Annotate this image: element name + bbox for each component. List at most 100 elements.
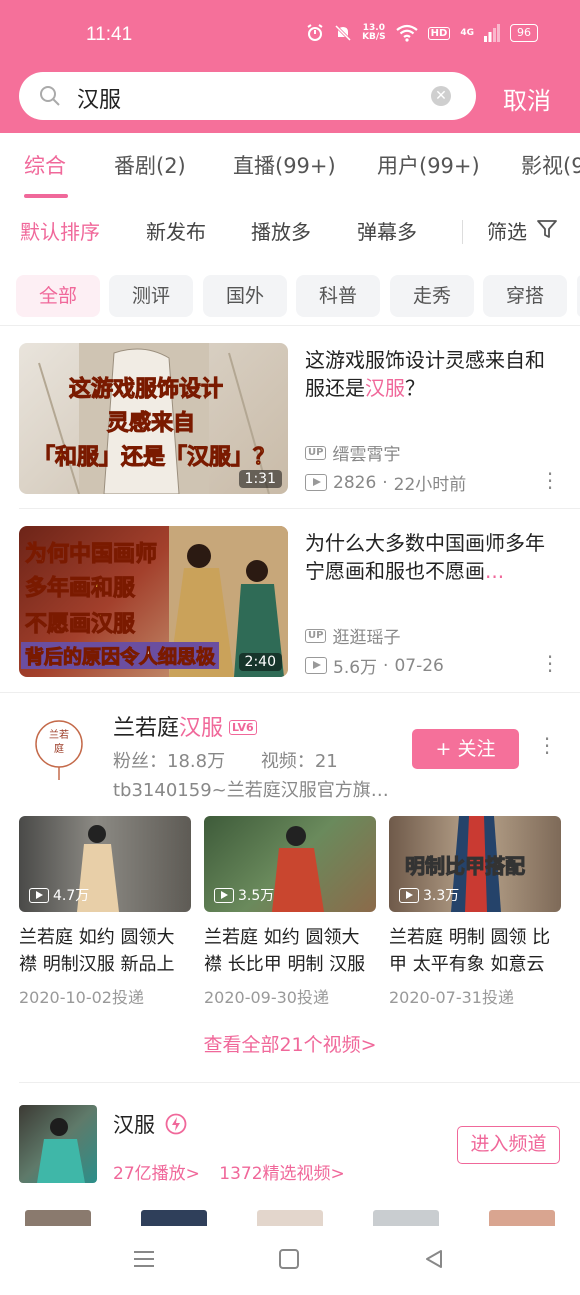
svg-text:兰若: 兰若 [49,728,69,741]
tab-active-indicator [24,194,68,198]
video-duration: 2:40 [238,653,282,671]
channel-video-peek[interactable] [489,1210,555,1226]
video-thumbnail[interactable]: 为何中国画师 多年画和服 不愿画汉服 背后的原因令人细思极 2:40 [19,526,288,677]
channel-stats[interactable]: 27亿播放> 1372精选视频> [113,1159,345,1184]
up-badge: UP [305,628,327,643]
search-input[interactable]: 汉服 ✕ [19,72,476,120]
battery-indicator: 96 [510,24,538,42]
status-icons: 13.0 KB/S HD 4G 96 [306,24,538,42]
video-duration: 1:31 [238,470,282,488]
status-bar: 11:41 13.0 KB/S HD 4G 96 [0,0,580,74]
publish-date: 2020-10-02投递 [19,988,144,1007]
title-highlight: 汉服 [365,376,405,400]
chip-science[interactable]: 科普 [296,275,380,317]
divider [0,325,580,326]
title-highlight: ... [485,559,505,583]
view-count: 4.7万 [29,885,89,905]
play-icon [29,887,49,903]
divider [19,508,580,509]
video-stats: 5.6万 · 07-26 [305,653,444,678]
mute-bell-icon [335,24,352,42]
fans-count: 18.8万 [167,751,226,772]
sort-default[interactable]: 默认排序 [20,216,100,245]
svg-text:庭: 庭 [54,742,64,755]
more-options-icon[interactable]: · · · [546,647,554,681]
video-thumbnail[interactable]: 这游戏服饰设计 灵感来自 「和服」还是「汉服」？ 1:31 [19,343,288,494]
up-name[interactable]: 兰若庭汉服 LV6 [113,710,257,742]
search-query[interactable]: 汉服 [77,82,121,114]
chip-overseas[interactable]: 国外 [203,275,287,317]
back-icon[interactable] [424,1249,444,1269]
video-thumbnail[interactable]: 明制比甲搭配 3.3万 [389,816,561,912]
sort-newest[interactable]: 新发布 [146,216,206,245]
chip-runway[interactable]: 走秀 [390,275,474,317]
more-options-icon[interactable]: · · · [543,729,551,763]
channel-video-peek[interactable] [257,1210,323,1226]
channel-video-peek[interactable] [141,1210,207,1226]
view-count: 3.5万 [214,885,274,905]
tab-all[interactable]: 综合 [24,150,66,180]
play-count-icon [305,474,327,491]
video-title[interactable]: 这游戏服饰设计灵感来自和服还是汉服？ [305,346,560,402]
status-time: 11:41 [86,24,133,45]
channel-card: 汉服 27亿播放> 1372精选视频> 进入频道 [0,1083,580,1213]
up-video-item[interactable]: 明制比甲搭配 3.3万 兰若庭 明制 圆领 比甲 太平有象 如意云肩 2020-… [389,816,561,1008]
channel-video-peek[interactable] [373,1210,439,1226]
thumbnail-caption: 多年画和服 [24,576,136,602]
video-count: 21 [314,751,338,772]
thumbnail-caption: 为何中国画师 [24,542,158,568]
cancel-button[interactable]: 取消 [503,81,551,116]
chip-all[interactable]: 全部 [16,275,100,317]
see-all-videos-link[interactable]: 查看全部21个视频> [0,1030,580,1057]
video-title: 兰若庭 明制 圆领 比甲 太平有象 如意云肩 [389,927,551,975]
avatar[interactable]: 兰若 庭 [30,712,88,782]
clear-icon[interactable]: ✕ [431,86,451,106]
verified-channel-icon [165,1113,187,1135]
level-badge: LV6 [229,720,257,735]
play-icon [399,887,419,903]
sort-most-danmaku[interactable]: 弹幕多 [357,216,417,245]
up-badge: UP [305,445,327,460]
sort-divider [462,220,463,244]
filter-icon[interactable] [536,218,558,240]
home-icon[interactable] [279,1249,299,1269]
video-thumbnail[interactable]: 3.5万 [204,816,376,912]
video-title: 兰若庭 如约 圆领大襟 长比甲 明制 汉服 [204,927,366,975]
recent-apps-icon[interactable] [134,1249,154,1269]
channel-thumbnail[interactable] [19,1105,97,1183]
filter-button[interactable]: 筛选 [487,216,527,245]
tab-users[interactable]: 用户(99+) [377,150,480,180]
author-name: 缙雲霄宇 [332,445,401,465]
tab-live[interactable]: 直播(99+) [233,150,336,180]
up-video-item[interactable]: 4.7万 兰若庭 如约 圆领大襟 明制汉服 新品上新 2020-10-02投递 [19,816,191,1008]
brand-seal-logo: 兰若 庭 [35,720,83,780]
enter-channel-button[interactable]: 进入频道 [457,1126,560,1164]
system-nav-bar [0,1227,580,1295]
thumbnail-caption: 不愿画汉服 [24,612,136,638]
thumbnail-caption: 这游戏服饰设计 [68,377,224,403]
more-options-icon[interactable]: · · · [546,464,554,498]
video-stats: 2826 · 22小时前 [305,470,466,495]
chip-outfits[interactable]: 穿搭 [483,275,567,317]
wifi-icon [395,24,418,42]
channel-plays[interactable]: 27亿播放> [113,1164,200,1184]
tab-anime[interactable]: 番剧(2) [114,150,186,180]
video-card[interactable]: 这游戏服饰设计 灵感来自 「和服」还是「汉服」？ 1:31 这游戏服饰设计灵感来… [0,342,580,512]
sort-bar: 默认排序 新发布 播放多 弹幕多 筛选 [0,216,580,250]
video-author[interactable]: UP 逛逛瑶子 [305,623,400,648]
follow-button[interactable]: + 关注 [412,729,519,769]
up-video-item[interactable]: 3.5万 兰若庭 如约 圆领大襟 长比甲 明制 汉服 2020-09-30投递 [204,816,376,1008]
video-card[interactable]: 为何中国画师 多年画和服 不愿画汉服 背后的原因令人细思极 2:40 为什么大多… [0,525,580,695]
video-title[interactable]: 为什么大多数中国画师多年宁愿画和服也不愿画... [305,529,560,585]
chip-review[interactable]: 测评 [109,275,193,317]
thumbnail-caption: 背后的原因令人细思极 [21,642,220,669]
channel-video-peek[interactable] [25,1210,91,1226]
network-speed: 13.0 KB/S [362,23,386,42]
channel-selected-videos[interactable]: 1372精选视频> [219,1164,345,1184]
tab-movies[interactable]: 影视(9 [521,150,580,180]
sort-most-played[interactable]: 播放多 [251,216,311,245]
author-name: 逛逛瑶子 [332,628,401,648]
channel-name[interactable]: 汉服 [113,1109,187,1139]
video-author[interactable]: UP 缙雲霄宇 [305,440,400,465]
video-thumbnail[interactable]: 4.7万 [19,816,191,912]
